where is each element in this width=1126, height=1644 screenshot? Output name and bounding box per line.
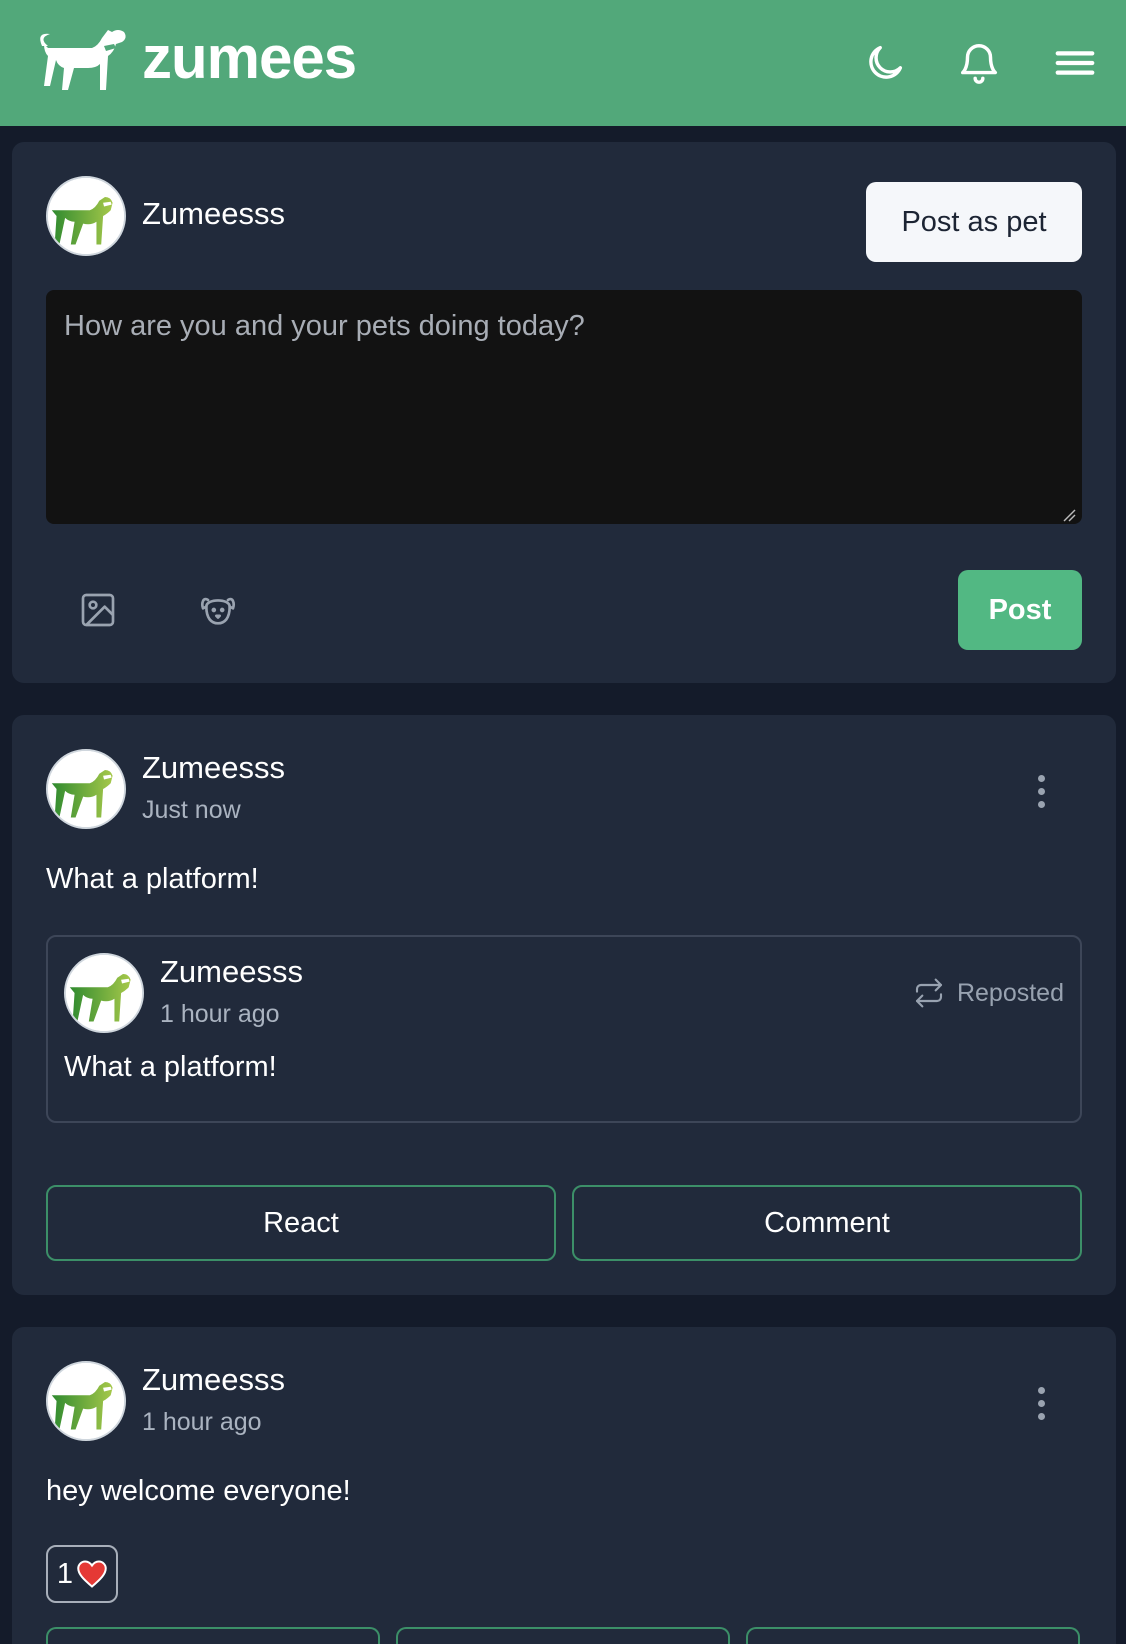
brand-name[interactable]: zumees bbox=[142, 22, 357, 94]
post-button[interactable]: Post bbox=[958, 570, 1082, 650]
post-username[interactable]: Zumeesss bbox=[142, 1361, 285, 1399]
reposted-post[interactable]: Zumeesss 1 hour ago Reposted What a plat… bbox=[46, 935, 1082, 1123]
hamburger-menu-icon[interactable] bbox=[1052, 40, 1098, 86]
comment-button[interactable]: Comment bbox=[572, 1185, 1082, 1261]
reaction-count: 1 bbox=[56, 1557, 74, 1590]
avatar[interactable] bbox=[46, 749, 126, 829]
avatar[interactable] bbox=[64, 953, 144, 1033]
react-button[interactable] bbox=[46, 1627, 380, 1644]
repost-icon bbox=[915, 978, 943, 1008]
repost-text: What a platform! bbox=[64, 1051, 277, 1083]
post-composer-input[interactable] bbox=[46, 290, 1082, 524]
avatar[interactable] bbox=[46, 176, 126, 256]
bell-icon[interactable] bbox=[956, 40, 1002, 86]
reaction-count-chip[interactable]: 1 bbox=[46, 1545, 118, 1603]
post-text: hey welcome everyone! bbox=[46, 1475, 351, 1507]
avatar[interactable] bbox=[46, 1361, 126, 1441]
post-text: What a platform! bbox=[46, 863, 259, 895]
top-navbar: zumees bbox=[0, 0, 1126, 126]
reposted-label: Reposted bbox=[956, 978, 1064, 1007]
image-icon[interactable] bbox=[78, 590, 118, 630]
repost-timestamp: 1 hour ago bbox=[160, 1000, 280, 1028]
composer-card: Zumeesss Post as pet Post bbox=[12, 142, 1116, 683]
reposted-indicator: Reposted bbox=[913, 977, 1064, 1009]
react-button[interactable]: React bbox=[46, 1185, 556, 1261]
moon-icon[interactable] bbox=[862, 40, 908, 86]
post-card: Zumeesss 1 hour ago hey welcome everyone… bbox=[12, 1327, 1116, 1644]
post-timestamp: 1 hour ago bbox=[142, 1408, 262, 1436]
share-button[interactable] bbox=[746, 1627, 1080, 1644]
pet-face-icon[interactable] bbox=[198, 590, 238, 630]
heart-icon bbox=[77, 1560, 107, 1588]
repost-username[interactable]: Zumeesss bbox=[160, 953, 303, 991]
more-options-icon[interactable] bbox=[1026, 771, 1056, 815]
composer-username[interactable]: Zumeesss bbox=[142, 195, 285, 233]
more-options-icon[interactable] bbox=[1026, 1383, 1056, 1427]
post-username[interactable]: Zumeesss bbox=[142, 749, 285, 787]
comment-button[interactable] bbox=[396, 1627, 730, 1644]
dog-logo-icon[interactable] bbox=[34, 26, 130, 98]
resize-grip-icon[interactable] bbox=[1062, 508, 1076, 522]
post-as-pet-button[interactable]: Post as pet bbox=[866, 182, 1082, 262]
post-timestamp: Just now bbox=[142, 796, 241, 824]
post-card: Zumeesss Just now What a platform! Zumee… bbox=[12, 715, 1116, 1295]
